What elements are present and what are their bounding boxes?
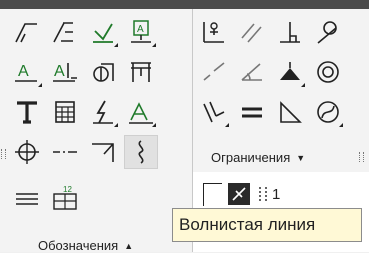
roughness-tool[interactable] (10, 15, 44, 49)
svg-text:A: A (137, 24, 144, 35)
collinear-tool[interactable] (197, 55, 231, 89)
text-sort-tool[interactable]: A (48, 55, 82, 89)
dropdown-arrow-icon (114, 43, 118, 47)
angle-icon (241, 63, 262, 81)
parallel-tool[interactable] (235, 15, 269, 49)
concentric-icon (317, 61, 339, 83)
table-editor-tool[interactable] (48, 95, 82, 129)
center-mark-tool[interactable] (10, 135, 44, 169)
tooltip: Волнистая линия (172, 208, 362, 242)
text-icon (17, 101, 37, 124)
wall-hatch-tool[interactable] (10, 181, 44, 215)
symmetry-tool[interactable] (311, 95, 345, 129)
perpendicular-tool[interactable] (273, 15, 307, 49)
lightning-icon (93, 100, 113, 124)
snap-button[interactable] (228, 183, 250, 205)
roughness-icon (15, 23, 37, 43)
axis-line-icon (53, 151, 77, 153)
position-marker-icon: A (131, 20, 151, 43)
collinear-icon (203, 62, 225, 81)
equal-tool[interactable] (235, 95, 269, 129)
axis-line-tool[interactable] (48, 135, 82, 169)
table-tool[interactable] (124, 55, 158, 89)
text-sort-icon: A (53, 63, 77, 82)
snap-icon (232, 187, 246, 201)
designations-group-label[interactable]: Обозначения ▲ (38, 238, 133, 253)
parallel-icon (241, 23, 262, 43)
dropdown-arrow-icon (152, 123, 156, 127)
right-angle-icon (280, 101, 302, 123)
tolerance-tool[interactable] (86, 55, 120, 89)
dropdown-arrow-icon (152, 43, 156, 47)
leader-tool[interactable] (48, 15, 82, 49)
designations-label: Обозначения (38, 238, 119, 253)
wavy-line-icon (138, 140, 144, 164)
lightning-tool[interactable] (86, 95, 120, 129)
spec-table-tool[interactable]: 12 (48, 181, 82, 215)
text-style-icon (129, 102, 153, 124)
text-tool[interactable] (10, 95, 44, 129)
right-angle-tool[interactable] (273, 95, 307, 129)
select-button[interactable] (203, 182, 222, 206)
ortho-label: 1 (272, 185, 281, 203)
chevron-down-icon: ▼ (296, 152, 306, 163)
base-mark-icon (93, 23, 113, 43)
perpendicular-icon (280, 22, 300, 43)
ortho-icon (259, 187, 267, 203)
text-underline-tool[interactable]: A (10, 55, 44, 89)
dropdown-arrow-icon (38, 83, 42, 87)
symmetry-icon (317, 101, 339, 123)
coincident-tool[interactable] (197, 95, 231, 129)
panel-grip[interactable] (1, 149, 6, 159)
chevron-down-icon: ▲ (124, 240, 134, 251)
wall-hatch-icon (16, 193, 38, 205)
top-bar (0, 0, 369, 9)
text-underline-icon: A (15, 63, 37, 82)
designations-panel: A A A 12 Обозначения ▲ (0, 9, 193, 253)
tangent-tool[interactable] (311, 15, 345, 49)
concentric-tool[interactable] (311, 55, 345, 89)
panel-grip[interactable] (359, 152, 364, 162)
corner-mark-icon (92, 143, 114, 162)
svg-text:12: 12 (63, 185, 72, 194)
tooltip-text: Волнистая линия (179, 215, 316, 234)
dropdown-arrow-icon (225, 123, 229, 127)
spec-table-icon: 12 (53, 185, 77, 210)
text-style-tool[interactable] (124, 95, 158, 129)
constraints-label: Ограничения (211, 150, 291, 165)
center-mark-icon (15, 140, 39, 164)
ortho-button[interactable]: 1 (256, 183, 280, 205)
equal-icon (242, 107, 262, 118)
fix-point-icon (203, 22, 224, 43)
angle-tool[interactable] (235, 55, 269, 89)
dropdown-arrow-icon (339, 123, 343, 127)
dropdown-arrow-icon (301, 83, 305, 87)
horizontal-icon (280, 62, 300, 80)
svg-text:A: A (54, 63, 65, 80)
constraints-group-label[interactable]: Ограничения ▼ (211, 150, 305, 165)
table-editor-icon (55, 101, 75, 123)
base-mark-tool[interactable] (86, 15, 120, 49)
table-icon (131, 62, 151, 82)
corner-mark-tool[interactable] (86, 135, 120, 169)
tangent-icon (317, 21, 337, 44)
bottom-toolbar: 1 (203, 179, 280, 209)
tolerance-icon (93, 63, 114, 82)
dropdown-arrow-icon (114, 123, 118, 127)
wavy-line-tool[interactable] (124, 135, 158, 169)
leader-icon (53, 22, 73, 43)
fix-point-tool[interactable] (197, 15, 231, 49)
svg-text:A: A (18, 63, 29, 80)
horizontal-tool[interactable] (273, 55, 307, 89)
coincident-icon (203, 101, 225, 123)
position-marker-tool[interactable]: A (124, 15, 158, 49)
